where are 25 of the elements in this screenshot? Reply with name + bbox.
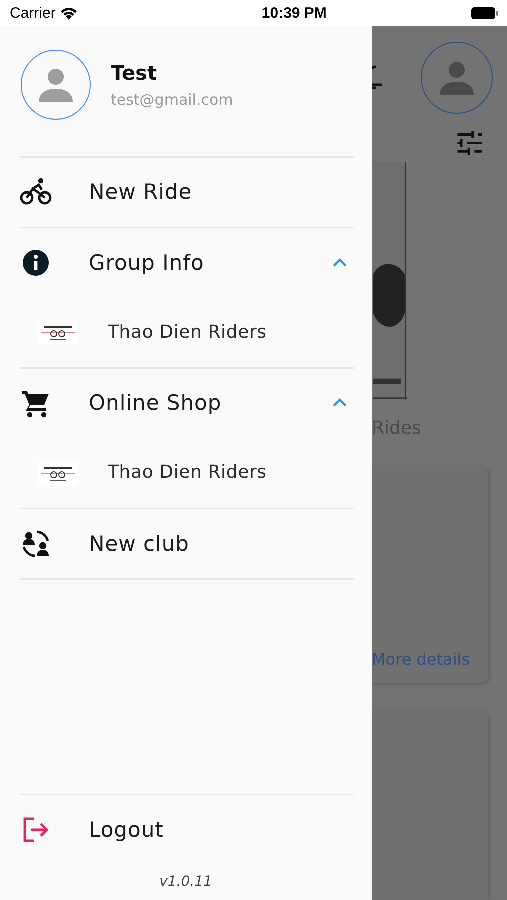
chevron-up-icon[interactable]	[332, 398, 348, 408]
clock-time: 10:39 PM	[262, 4, 327, 22]
cyclist-icon	[20, 178, 52, 205]
wifi-icon	[60, 6, 78, 20]
people-swap-icon	[22, 530, 50, 557]
person-icon	[438, 60, 476, 95]
menu-item[interactable]: New Ride	[0, 158, 372, 226]
person-icon	[37, 68, 75, 102]
info-icon	[23, 250, 49, 276]
chevron-up-icon[interactable]	[332, 258, 348, 268]
user-name: Test	[111, 61, 158, 85]
user-email: test@gmail.com	[111, 91, 234, 109]
battery-icon	[470, 6, 499, 20]
menu-group-header[interactable]: Group Info	[0, 228, 372, 297]
menu-item[interactable]: New club	[0, 509, 372, 578]
profile-avatar[interactable]	[421, 42, 493, 114]
submenu-item[interactable]: Thao Dien Riders	[0, 438, 372, 508]
filter-icon[interactable]	[455, 130, 485, 156]
logout-item[interactable]: Logout	[0, 795, 372, 864]
app-version: v1.0.11	[158, 873, 214, 892]
cart-icon	[22, 391, 49, 418]
carrier-name: Carrier	[10, 4, 56, 22]
user-avatar[interactable]	[21, 50, 91, 120]
menu-group-header[interactable]: Online Shop	[0, 368, 372, 438]
submenu-item[interactable]: Thao Dien Riders	[0, 297, 372, 367]
